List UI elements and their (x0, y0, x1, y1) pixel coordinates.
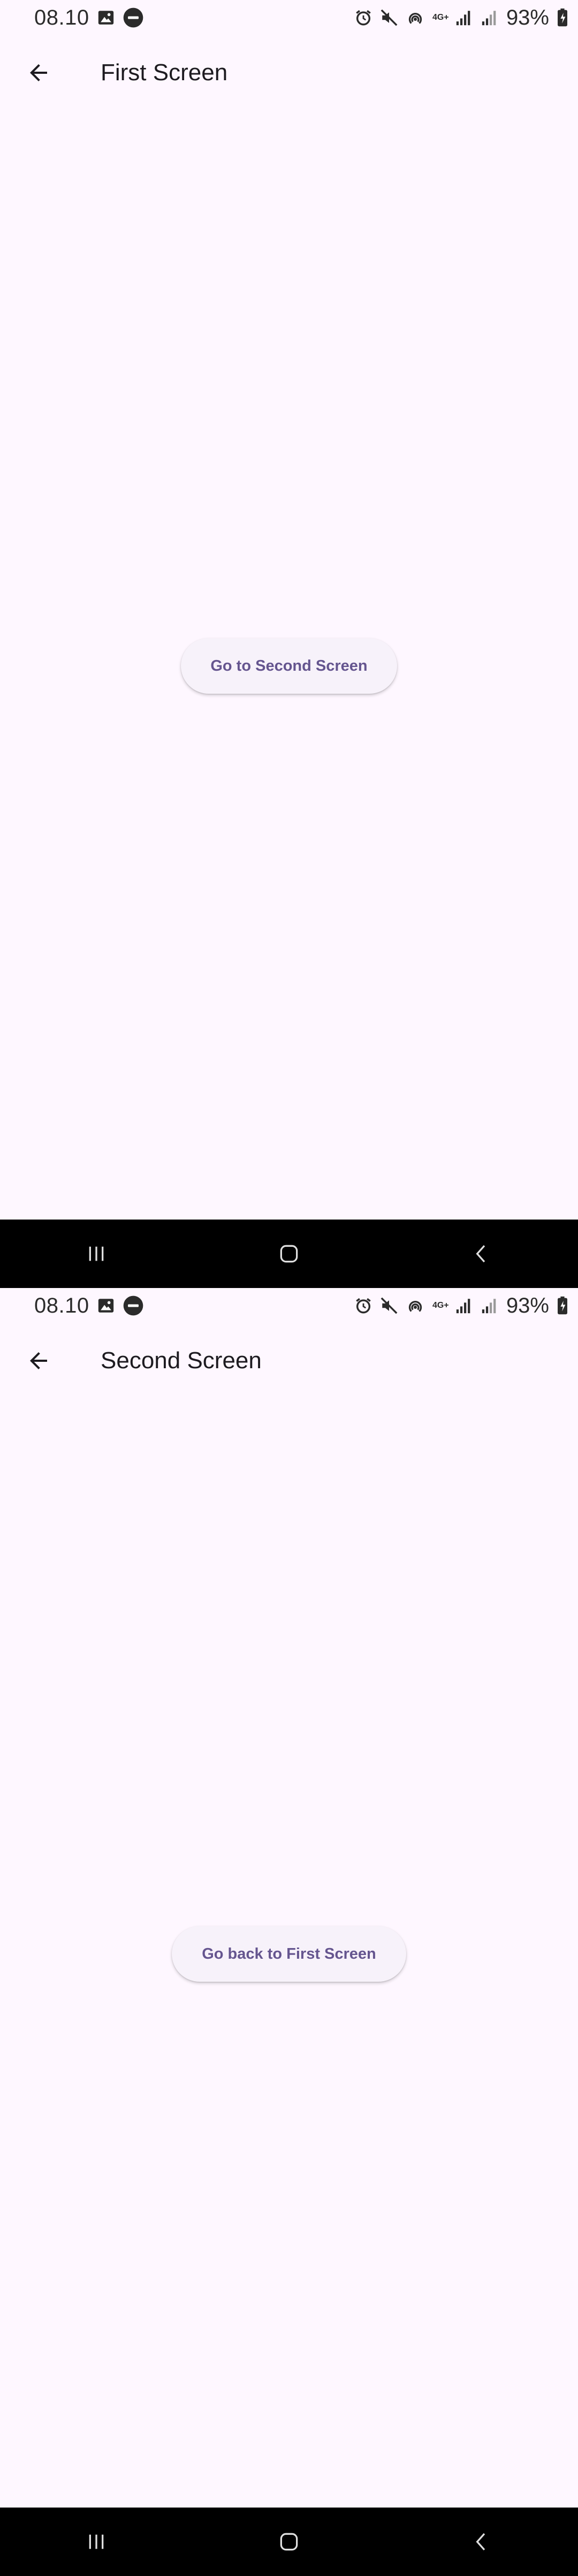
status-time: 08.10 (34, 5, 89, 29)
back-button[interactable] (12, 1334, 65, 1387)
recents-button[interactable] (59, 1227, 134, 1281)
mute-icon (380, 1297, 398, 1315)
home-icon (280, 1245, 298, 1263)
network-type: 4G+ (432, 13, 449, 22)
page-title: Second Screen (101, 1347, 262, 1374)
system-back-button[interactable] (444, 1227, 519, 1281)
dnd-icon (123, 1295, 144, 1316)
navigation-bar (0, 2508, 578, 2576)
image-icon (97, 1297, 115, 1315)
hotspot-icon (406, 1296, 425, 1315)
back-button[interactable] (12, 46, 65, 99)
status-left: 08.10 (34, 6, 144, 30)
status-time: 08.10 (34, 1293, 89, 1317)
signal-icon (481, 1297, 499, 1315)
network-type: 4G+ (432, 1301, 449, 1310)
dnd-icon (123, 7, 144, 28)
signal-icon (481, 9, 499, 27)
home-button[interactable] (252, 1227, 326, 1281)
home-button[interactable] (252, 2515, 326, 2569)
signal-icon (455, 9, 473, 27)
battery-icon (557, 1296, 568, 1315)
page-title: First Screen (101, 59, 228, 86)
app-bar: Second Screen (0, 1323, 578, 1398)
alarm-icon (354, 1297, 372, 1315)
recents-button[interactable] (59, 2515, 134, 2569)
signal-icon (455, 1297, 473, 1315)
first-screen: 08.10 4G+ 93% First Screen Go to Second … (0, 0, 578, 1288)
battery-percent: 93% (506, 5, 549, 29)
battery-icon (557, 8, 568, 27)
back-icon (476, 2533, 485, 2551)
status-bar: 08.10 4G+ 93% (0, 0, 578, 35)
status-bar: 08.10 4G+ 93% (0, 1288, 578, 1323)
status-right: 4G+ 93% (354, 1294, 568, 1318)
home-icon (280, 2533, 298, 2551)
back-icon (476, 1245, 485, 1263)
go-to-second-screen-button[interactable]: Go to Second Screen (181, 638, 397, 694)
go-back-to-first-screen-button[interactable]: Go back to First Screen (172, 1926, 406, 1982)
status-right: 4G+ 93% (354, 6, 568, 30)
navigation-bar (0, 1220, 578, 1288)
arrow-back-icon (30, 64, 47, 81)
status-left: 08.10 (34, 1294, 144, 1318)
alarm-icon (354, 9, 372, 27)
mute-icon (380, 9, 398, 27)
recents-icon (89, 2534, 104, 2549)
arrow-back-icon (30, 1352, 47, 1369)
image-icon (97, 9, 115, 27)
hotspot-icon (406, 8, 425, 27)
battery-percent: 93% (506, 1293, 549, 1317)
second-screen: 08.10 4G+ 93% Second Screen Go back to F… (0, 1288, 578, 2576)
recents-icon (89, 1246, 104, 1261)
system-back-button[interactable] (444, 2515, 519, 2569)
app-bar: First Screen (0, 35, 578, 110)
